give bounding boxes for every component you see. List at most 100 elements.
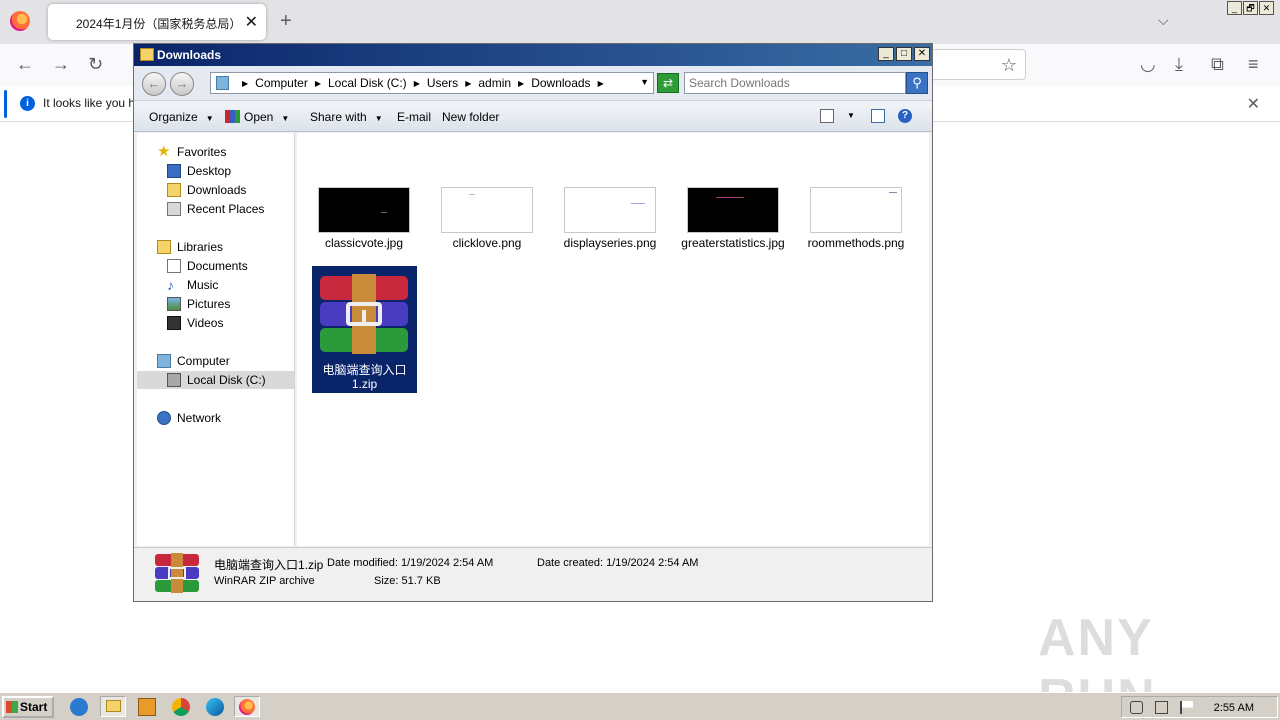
nav-label: Documents [187, 259, 248, 273]
reload-icon[interactable]: ↻ [88, 54, 103, 75]
browser-tab[interactable]: 2024年1月份（国家税务总局）纳税 ✕ [48, 4, 266, 40]
address-dropdown-icon[interactable]: ▼ [640, 77, 649, 87]
forward-button[interactable]: → [170, 72, 194, 96]
breadcrumb-downloads[interactable]: Downloads [531, 76, 590, 90]
edge-icon[interactable] [206, 698, 224, 716]
menu-icon[interactable]: ≡ [1248, 54, 1259, 75]
breadcrumb-arrow-icon[interactable]: ▶ [242, 79, 248, 88]
computer-icon [216, 76, 229, 90]
file-list: classicvote.jpg clicklove.png displayser… [297, 133, 929, 546]
back-button[interactable]: ← [142, 72, 166, 96]
preview-pane-icon[interactable] [871, 109, 885, 123]
file-name: displayseries.png [563, 236, 657, 250]
minimize-button[interactable]: _ [1227, 1, 1242, 15]
navigation-pane: ★ Favorites Desktop Downloads Recent Plac… [137, 133, 295, 546]
refresh-button[interactable]: ⇄ [657, 73, 679, 93]
breadcrumb-local-disk[interactable]: Local Disk (C:) [328, 76, 407, 90]
close-button[interactable]: ✕ [1259, 1, 1274, 15]
url-bar[interactable]: ☆ [920, 49, 1026, 80]
explorer-maximize-button[interactable]: □ [896, 47, 912, 61]
image-thumbnail [810, 187, 902, 233]
search-input[interactable] [684, 72, 906, 94]
chevron-down-icon: ▼ [374, 114, 383, 123]
nav-music[interactable]: ♪ Music [167, 276, 218, 294]
network-tray-icon[interactable] [1155, 701, 1168, 714]
new-tab-button[interactable]: + [280, 10, 292, 33]
internet-explorer-icon[interactable] [70, 698, 88, 716]
explorer-title-bar[interactable]: Downloads _ □ ✕ [134, 44, 932, 66]
explorer-minimize-button[interactable]: _ [878, 47, 894, 61]
extensions-icon[interactable]: ⧉ [1211, 54, 1224, 75]
nav-computer[interactable]: Computer [157, 352, 230, 370]
nav-documents[interactable]: Documents [167, 257, 248, 275]
pocket-icon[interactable]: ◡ [1140, 54, 1156, 75]
file-item[interactable]: greaterstatistics.jpg [678, 187, 788, 250]
chrome-icon[interactable] [172, 698, 190, 716]
file-item[interactable]: classicvote.jpg [309, 187, 419, 250]
search-icon[interactable]: ⚲ [906, 72, 928, 94]
firefox-taskbar-button[interactable] [234, 696, 260, 717]
folder-icon [105, 700, 121, 712]
nav-local-disk[interactable]: Local Disk (C:) [137, 371, 294, 389]
help-icon[interactable]: ? [898, 109, 912, 123]
nav-label: Local Disk (C:) [187, 373, 266, 387]
breadcrumb-arrow-icon[interactable]: ▶ [465, 79, 471, 88]
nav-videos[interactable]: Videos [167, 314, 223, 332]
network-icon [157, 411, 171, 425]
forward-arrow-icon[interactable]: → [52, 54, 70, 75]
bookmark-star-icon[interactable]: ☆ [1001, 55, 1017, 76]
explorer-close-button[interactable]: ✕ [914, 47, 930, 61]
email-button[interactable]: E-mail [397, 110, 431, 124]
notification-text: It looks like you ha [43, 96, 142, 110]
nav-network[interactable]: Network [157, 409, 221, 427]
file-item[interactable]: clicklove.png [432, 187, 542, 250]
taskbar: Start 2:55 AM [0, 692, 1280, 720]
breadcrumb-arrow-icon[interactable]: ▶ [518, 79, 524, 88]
breadcrumb-arrow-icon[interactable]: ▶ [315, 79, 321, 88]
file-name: classicvote.jpg [324, 236, 404, 250]
back-arrow-icon[interactable]: ← [16, 54, 34, 75]
thumbnail-detail [631, 203, 645, 204]
clock[interactable]: 2:55 AM [1214, 702, 1254, 714]
address-bar[interactable]: ▶ Computer ▶ Local Disk (C:) ▶ Users ▶ a… [210, 72, 654, 94]
nav-label: Downloads [187, 183, 247, 197]
nav-downloads[interactable]: Downloads [167, 181, 246, 199]
breadcrumb-users[interactable]: Users [427, 76, 458, 90]
explorer-taskbar-button[interactable] [100, 696, 126, 717]
restore-button[interactable]: 🗗 [1243, 1, 1258, 15]
tab-list-chevron-icon[interactable]: ⌵ [1158, 12, 1169, 29]
new-folder-button[interactable]: New folder [442, 110, 499, 124]
views-icon[interactable] [820, 109, 834, 123]
file-item[interactable]: displayseries.png [555, 187, 665, 250]
breadcrumb-computer[interactable]: Computer [255, 76, 308, 90]
open-button[interactable]: Open ▼ [225, 110, 289, 124]
media-player-icon[interactable] [138, 698, 156, 716]
selected-zip-file[interactable]: 电脑端查询入口1.zip [312, 266, 417, 393]
tab-title: 2024年1月份（国家税务总局）纳税 [76, 17, 241, 31]
breadcrumb-arrow-icon[interactable]: ▶ [414, 79, 420, 88]
image-thumbnail [318, 187, 410, 233]
views-dropdown-icon[interactable]: ▼ [847, 111, 855, 120]
tab-close-icon[interactable]: ✕ [245, 12, 258, 32]
nav-desktop[interactable]: Desktop [167, 162, 231, 180]
breadcrumb-admin[interactable]: admin [478, 76, 511, 90]
downloads-icon[interactable]: ⤓ [1175, 54, 1183, 75]
details-file-name: 电脑端查询入口1.zip [214, 558, 324, 572]
breadcrumb-arrow-icon[interactable]: ▶ [598, 79, 604, 88]
action-center-flag-icon[interactable] [1180, 701, 1193, 714]
file-item[interactable]: roommethods.png [801, 187, 911, 250]
volume-icon[interactable] [1130, 701, 1143, 714]
notification-close-icon[interactable]: ✕ [1247, 94, 1260, 114]
videos-icon [167, 316, 181, 330]
share-with-button[interactable]: Share with ▼ [310, 110, 383, 124]
nav-libraries[interactable]: Libraries [157, 238, 223, 256]
details-file-size: Size: 51.7 KB [374, 575, 441, 587]
nav-recent-places[interactable]: Recent Places [167, 200, 264, 218]
nav-label: Desktop [187, 164, 232, 178]
start-button[interactable]: Start [2, 696, 54, 718]
organize-button[interactable]: Organize ▼ [149, 110, 214, 124]
image-thumbnail [441, 187, 533, 233]
nav-favorites[interactable]: ★ Favorites [157, 143, 226, 161]
file-name: roommethods.png [807, 236, 905, 250]
nav-pictures[interactable]: Pictures [167, 295, 230, 313]
